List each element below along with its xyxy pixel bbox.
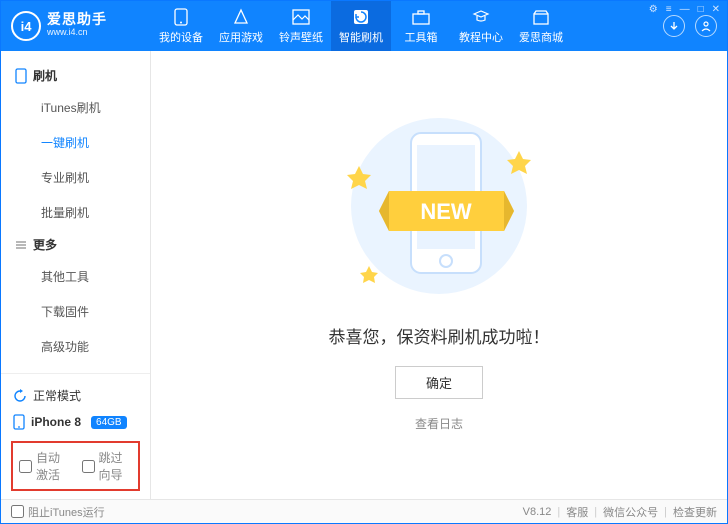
wallpaper-icon xyxy=(292,8,310,26)
congrats-text: 恭喜您，保资料刷机成功啦！ xyxy=(329,323,550,348)
footer: 阻止iTunes运行 V8.12 | 客服 | 微信公众号 | 检查更新 xyxy=(1,499,727,523)
maximize-icon[interactable]: □ xyxy=(698,4,704,15)
confirm-button[interactable]: 确定 xyxy=(395,366,483,399)
tab-flash[interactable]: 智能刷机 xyxy=(331,1,391,51)
sidebar-item-pro-flash[interactable]: 专业刷机 xyxy=(1,160,150,195)
apps-icon xyxy=(232,8,250,26)
success-illustration: NEW xyxy=(329,111,549,301)
settings-icon[interactable]: ⚙ xyxy=(649,4,658,15)
main-content: NEW 恭喜您，保资料刷机成功啦！ 确定 查看日志 xyxy=(151,51,727,499)
checkbox-skip-guide-input[interactable] xyxy=(82,460,95,473)
toolbox-icon xyxy=(412,8,430,26)
checkbox-block-itunes[interactable]: 阻止iTunes运行 xyxy=(11,504,105,520)
ribbon-icon: NEW xyxy=(379,191,514,231)
brand-url: www.i4.cn xyxy=(47,26,107,39)
sidebar-group-more[interactable]: 更多 xyxy=(1,230,150,259)
brand-logo-icon: i4 xyxy=(11,11,41,41)
storage-badge: 64GB xyxy=(91,416,127,429)
footer-link-wechat[interactable]: 微信公众号 xyxy=(603,504,658,520)
menu-icon[interactable]: ≡ xyxy=(666,4,672,15)
header: i4 爱思助手 www.i4.cn 我的设备 应用游戏 xyxy=(1,1,727,51)
sidebar-item-itunes-flash[interactable]: iTunes刷机 xyxy=(1,90,150,125)
header-right xyxy=(663,15,727,37)
footer-link-update[interactable]: 检查更新 xyxy=(673,504,717,520)
sidebar-group-flash[interactable]: 刷机 xyxy=(1,61,150,90)
brand-name: 爱思助手 xyxy=(47,13,107,26)
tab-tutorials[interactable]: 教程中心 xyxy=(451,1,511,51)
footer-link-support[interactable]: 客服 xyxy=(566,504,588,520)
new-badge-text: NEW xyxy=(420,199,472,224)
checkbox-block-itunes-input[interactable] xyxy=(11,505,24,518)
sidebar-item-advanced[interactable]: 高级功能 xyxy=(1,329,150,364)
tab-apps[interactable]: 应用游戏 xyxy=(211,1,271,51)
download-button[interactable] xyxy=(663,15,685,37)
tab-store[interactable]: 爱思商城 xyxy=(511,1,571,51)
sidebar-item-batch-flash[interactable]: 批量刷机 xyxy=(1,195,150,230)
version-label: V8.12 xyxy=(523,506,552,518)
tab-toolbox[interactable]: 工具箱 xyxy=(391,1,451,51)
view-log-link[interactable]: 查看日志 xyxy=(415,415,463,432)
sidebar-bottom: 正常模式 iPhone 8 64GB 自动激活 跳过 xyxy=(1,373,150,499)
tab-ringtones[interactable]: 铃声壁纸 xyxy=(271,1,331,51)
checkbox-auto-activate[interactable]: 自动激活 xyxy=(19,449,70,483)
mode-row[interactable]: 正常模式 xyxy=(11,382,140,409)
device-row[interactable]: iPhone 8 64GB xyxy=(11,409,140,435)
top-tabs: 我的设备 应用游戏 铃声壁纸 智能刷机 xyxy=(151,1,571,51)
close-icon[interactable]: ✕ xyxy=(712,4,720,15)
sidebar-item-other-tools[interactable]: 其他工具 xyxy=(1,259,150,294)
phone-icon xyxy=(172,8,190,26)
phone-outline-icon xyxy=(15,68,27,84)
sidebar: 刷机 iTunes刷机 一键刷机 专业刷机 批量刷机 更多 其他工具 下载固件 … xyxy=(1,51,151,499)
minimize-icon[interactable]: — xyxy=(680,4,690,15)
tab-my-device[interactable]: 我的设备 xyxy=(151,1,211,51)
checkbox-skip-guide[interactable]: 跳过向导 xyxy=(82,449,133,483)
store-icon xyxy=(532,8,550,26)
window-controls: ⚙ ≡ — □ ✕ xyxy=(649,4,720,15)
options-box: 自动激活 跳过向导 xyxy=(11,441,140,491)
more-icon xyxy=(15,239,27,251)
mode-label: 正常模式 xyxy=(33,387,81,404)
refresh-icon xyxy=(13,389,27,403)
device-icon xyxy=(13,414,25,430)
account-button[interactable] xyxy=(695,15,717,37)
sidebar-item-download-firmware[interactable]: 下载固件 xyxy=(1,294,150,329)
device-name: iPhone 8 xyxy=(31,415,81,429)
tutorial-icon xyxy=(472,8,490,26)
brand: i4 爱思助手 www.i4.cn xyxy=(1,11,151,41)
checkbox-auto-activate-input[interactable] xyxy=(19,460,32,473)
sidebar-item-oneclick-flash[interactable]: 一键刷机 xyxy=(1,125,150,160)
flash-icon xyxy=(352,8,370,26)
